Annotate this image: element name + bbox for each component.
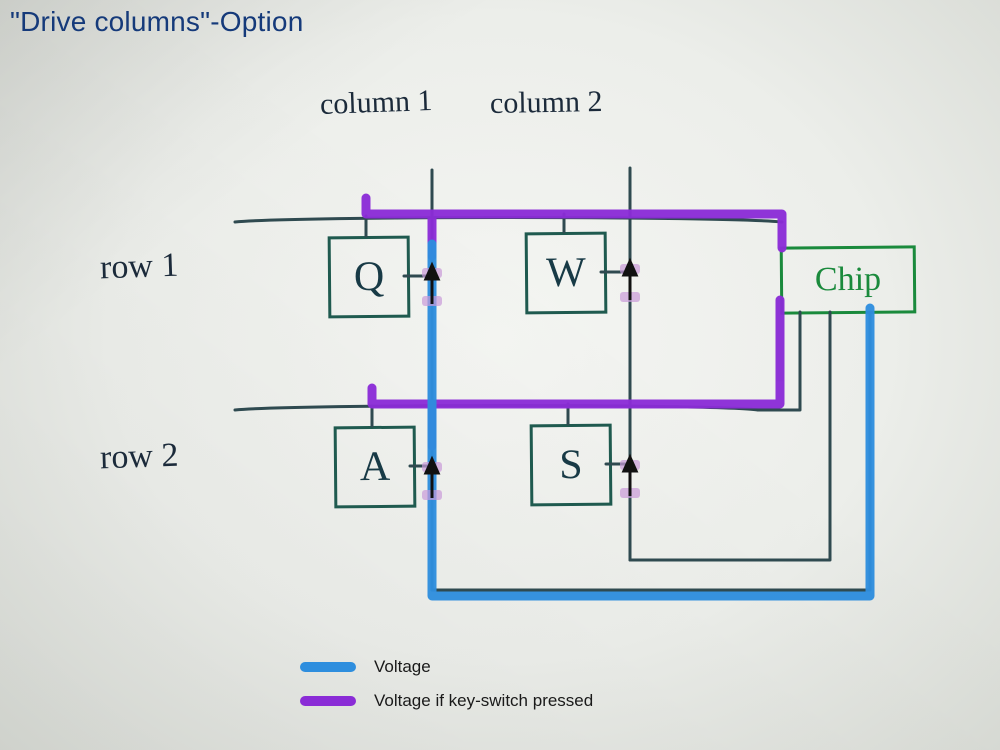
key-w-label: W: [546, 249, 586, 297]
key-s-label: S: [559, 441, 583, 489]
row-1-label: row 1: [99, 247, 179, 288]
chip-label: Chip: [815, 261, 881, 300]
legend-swatch-pressed: [300, 696, 356, 706]
key-q: Q: [328, 236, 411, 319]
column-1-label: column 1: [319, 84, 433, 122]
legend-label-voltage: Voltage: [374, 657, 431, 677]
key-s: S: [530, 424, 613, 507]
key-a: A: [334, 426, 417, 509]
key-w: W: [525, 232, 608, 315]
diagram-title: "Drive columns"-Option: [10, 6, 303, 38]
legend-label-pressed: Voltage if key-switch pressed: [374, 691, 593, 711]
key-a-label: A: [360, 443, 391, 491]
row-2-label: row 2: [99, 437, 179, 478]
legend-swatch-voltage: [300, 662, 356, 672]
column-2-label: column 2: [490, 85, 603, 121]
chip-box: Chip: [780, 245, 917, 314]
legend-row-voltage: Voltage: [300, 650, 593, 684]
key-q-label: Q: [354, 253, 385, 301]
diagram-stage: "Drive columns"-Option column 1 column 2…: [0, 0, 1000, 750]
legend: Voltage Voltage if key-switch pressed: [300, 650, 593, 718]
legend-row-pressed: Voltage if key-switch pressed: [300, 684, 593, 718]
